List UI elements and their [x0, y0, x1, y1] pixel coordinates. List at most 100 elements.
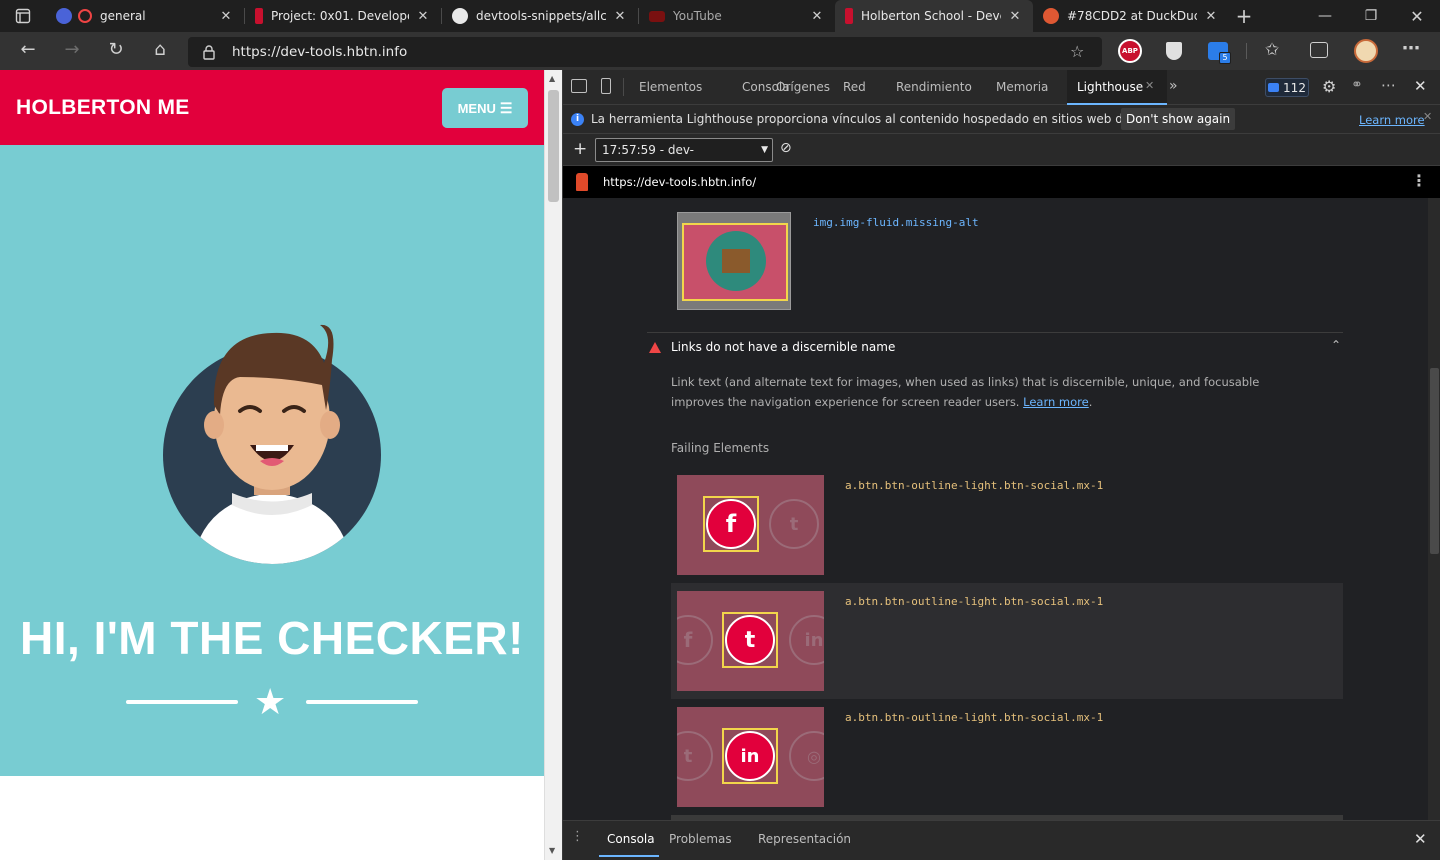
- lighthouse-report: img.img-fluid.missing-alt Links do not h…: [563, 198, 1428, 820]
- new-report-icon[interactable]: +: [573, 139, 587, 159]
- close-tab-icon[interactable]: ✕: [218, 9, 234, 24]
- favorites-icon[interactable]: ✩: [1265, 40, 1279, 60]
- extension-icon[interactable]: 5: [1208, 42, 1231, 64]
- scroll-down-icon[interactable]: ▼: [549, 846, 555, 855]
- page-scrollbar[interactable]: ▲ ▼: [544, 70, 562, 860]
- page-navbar: HOLBERTON ME MENU ☰: [0, 70, 544, 145]
- drawer-tab-consola[interactable]: Consola: [599, 821, 659, 857]
- info-message: La herramienta Lighthouse proporciona ví…: [591, 112, 1187, 126]
- audit-title[interactable]: Links do not have a discernible name: [671, 340, 895, 354]
- favorite-star-icon[interactable]: ☆: [1070, 42, 1084, 61]
- tab-general[interactable]: general ✕: [46, 0, 244, 32]
- lighthouse-logo-icon: [576, 173, 588, 191]
- star-icon: ★: [254, 682, 287, 723]
- image-highlight: [682, 223, 788, 301]
- divider-line-left: [126, 700, 238, 704]
- github-icon: [452, 8, 468, 24]
- chevron-up-icon[interactable]: ⌃: [1331, 338, 1341, 352]
- drawer-more-icon[interactable]: ⋮: [571, 829, 584, 844]
- scrollbar-thumb[interactable]: [548, 90, 559, 202]
- forward-icon[interactable]: →: [60, 40, 84, 60]
- duckduckgo-icon: [1043, 8, 1059, 24]
- audit-divider: [647, 332, 1343, 333]
- close-tab-icon[interactable]: ✕: [809, 9, 825, 24]
- tab-elementos[interactable]: Elementos: [639, 80, 702, 94]
- connect-icon[interactable]: ⚭: [1351, 77, 1363, 93]
- issues-count: 112: [1283, 80, 1306, 95]
- lock-icon[interactable]: [202, 44, 216, 60]
- clear-reports-icon[interactable]: ⊘: [780, 140, 792, 156]
- collections-icon: [56, 8, 72, 24]
- profile-avatar[interactable]: [1354, 39, 1378, 63]
- message-icon: [1268, 83, 1280, 92]
- learn-more-link[interactable]: Learn more: [1359, 113, 1425, 127]
- new-tab-icon[interactable]: +: [1229, 4, 1259, 28]
- tab-actions-icon[interactable]: [0, 0, 46, 32]
- report-menu-icon[interactable]: ⋮: [1411, 171, 1427, 190]
- tab-red[interactable]: Red: [843, 80, 866, 94]
- close-tab-icon[interactable]: ✕: [415, 9, 431, 24]
- failing-element-thumb-linkedin: t in ◎: [677, 707, 824, 807]
- settings-gear-icon[interactable]: ⚙: [1322, 77, 1336, 96]
- drawer-tab-problemas[interactable]: Problemas: [669, 832, 732, 846]
- audit-description: Link text (and alternate text for images…: [671, 372, 1311, 412]
- tab-duckduckgo[interactable]: #78CDD2 at DuckDuckG ✕: [1033, 0, 1229, 32]
- dont-show-again-button[interactable]: Don't show again: [1121, 108, 1236, 130]
- failing-selector: a.btn.btn-outline-light.btn-social.mx-1: [845, 479, 1104, 492]
- more-options-icon[interactable]: ⋯: [1381, 76, 1396, 94]
- address-bar[interactable]: https://dev-tools.hbtn.info ☆: [188, 37, 1102, 67]
- shield-extension-icon[interactable]: [1166, 42, 1182, 60]
- tab-origenes[interactable]: Orígenes: [776, 80, 830, 94]
- settings-more-icon[interactable]: ⋯: [1402, 38, 1420, 59]
- tab-title: Holberton School - Deve: [861, 9, 1001, 23]
- issues-counter[interactable]: 112: [1265, 78, 1309, 97]
- window-close-icon[interactable]: ✕: [1394, 7, 1440, 26]
- drawer-tab-label: Consola: [607, 832, 655, 846]
- audit-learn-more-link[interactable]: Learn more: [1023, 395, 1089, 409]
- tab-project[interactable]: Project: 0x01. Developer ✕: [245, 0, 441, 32]
- audit-description-text: Link text (and alternate text for images…: [671, 375, 1260, 409]
- close-tab-icon[interactable]: ✕: [1007, 9, 1023, 24]
- menu-label: MENU: [457, 100, 496, 116]
- drawer-tab-representacion[interactable]: Representación: [758, 832, 851, 846]
- tab-memoria[interactable]: Memoria: [996, 80, 1048, 94]
- restore-icon[interactable]: ❐: [1348, 8, 1394, 24]
- close-tab-icon[interactable]: ✕: [1145, 79, 1154, 92]
- tab-rendimiento[interactable]: Rendimiento: [896, 80, 972, 94]
- report-scrollbar-thumb[interactable]: [1430, 368, 1439, 554]
- tab-title: #78CDD2 at DuckDuckG: [1067, 9, 1197, 23]
- brand-logo[interactable]: HOLBERTON ME: [16, 96, 190, 120]
- tab-devtools-snippets[interactable]: devtools-snippets/allcol ✕: [442, 0, 638, 32]
- report-url-strip: https://dev-tools.hbtn.info/ ⋮: [563, 166, 1440, 198]
- close-infobar-icon[interactable]: ✕: [1423, 110, 1432, 123]
- close-devtools-icon[interactable]: ✕: [1414, 77, 1427, 95]
- tab-holberton-active[interactable]: Holberton School - Deve ✕: [835, 0, 1033, 32]
- report-selector[interactable]: 17:57:59 - dev-tools.hbtn.info ▼: [595, 138, 773, 179]
- close-tab-icon[interactable]: ✕: [612, 9, 628, 24]
- scroll-up-icon[interactable]: ▲: [549, 74, 555, 83]
- report-scrollbar[interactable]: [1428, 198, 1440, 820]
- adblock-icon[interactable]: ABP: [1118, 39, 1142, 63]
- tab-lighthouse[interactable]: Lighthouse ✕: [1067, 70, 1167, 105]
- back-icon[interactable]: ←: [16, 40, 40, 60]
- menu-button[interactable]: MENU ☰: [442, 88, 528, 128]
- collections-icon[interactable]: [1310, 42, 1328, 58]
- holberton-favicon-icon: [845, 8, 853, 24]
- refresh-icon[interactable]: ↻: [104, 40, 128, 60]
- inspect-element-icon[interactable]: [571, 79, 587, 93]
- tab-title: general: [100, 9, 146, 23]
- element-screenshot: [677, 212, 791, 310]
- lighthouse-report-bar: + 17:57:59 - dev-tools.hbtn.info ▼ ⊘: [563, 134, 1440, 179]
- tab-youtube[interactable]: YouTube ✕: [639, 0, 835, 32]
- fail-triangle-icon: [649, 342, 661, 353]
- minimize-icon[interactable]: —: [1302, 8, 1348, 24]
- close-tab-icon[interactable]: ✕: [1203, 9, 1219, 24]
- devtools-panel: Elementos Consola Orígenes Red Rendimien…: [562, 70, 1440, 860]
- hero-heading: HI, I'M THE CHECKER!: [20, 612, 524, 664]
- device-toolbar-icon[interactable]: [601, 78, 611, 94]
- home-icon[interactable]: ⌂: [148, 40, 172, 60]
- cabin-image: [706, 231, 766, 291]
- more-tabs-icon[interactable]: »: [1169, 78, 1178, 94]
- twitter-icon: t: [769, 499, 819, 549]
- close-drawer-icon[interactable]: ✕: [1414, 830, 1427, 848]
